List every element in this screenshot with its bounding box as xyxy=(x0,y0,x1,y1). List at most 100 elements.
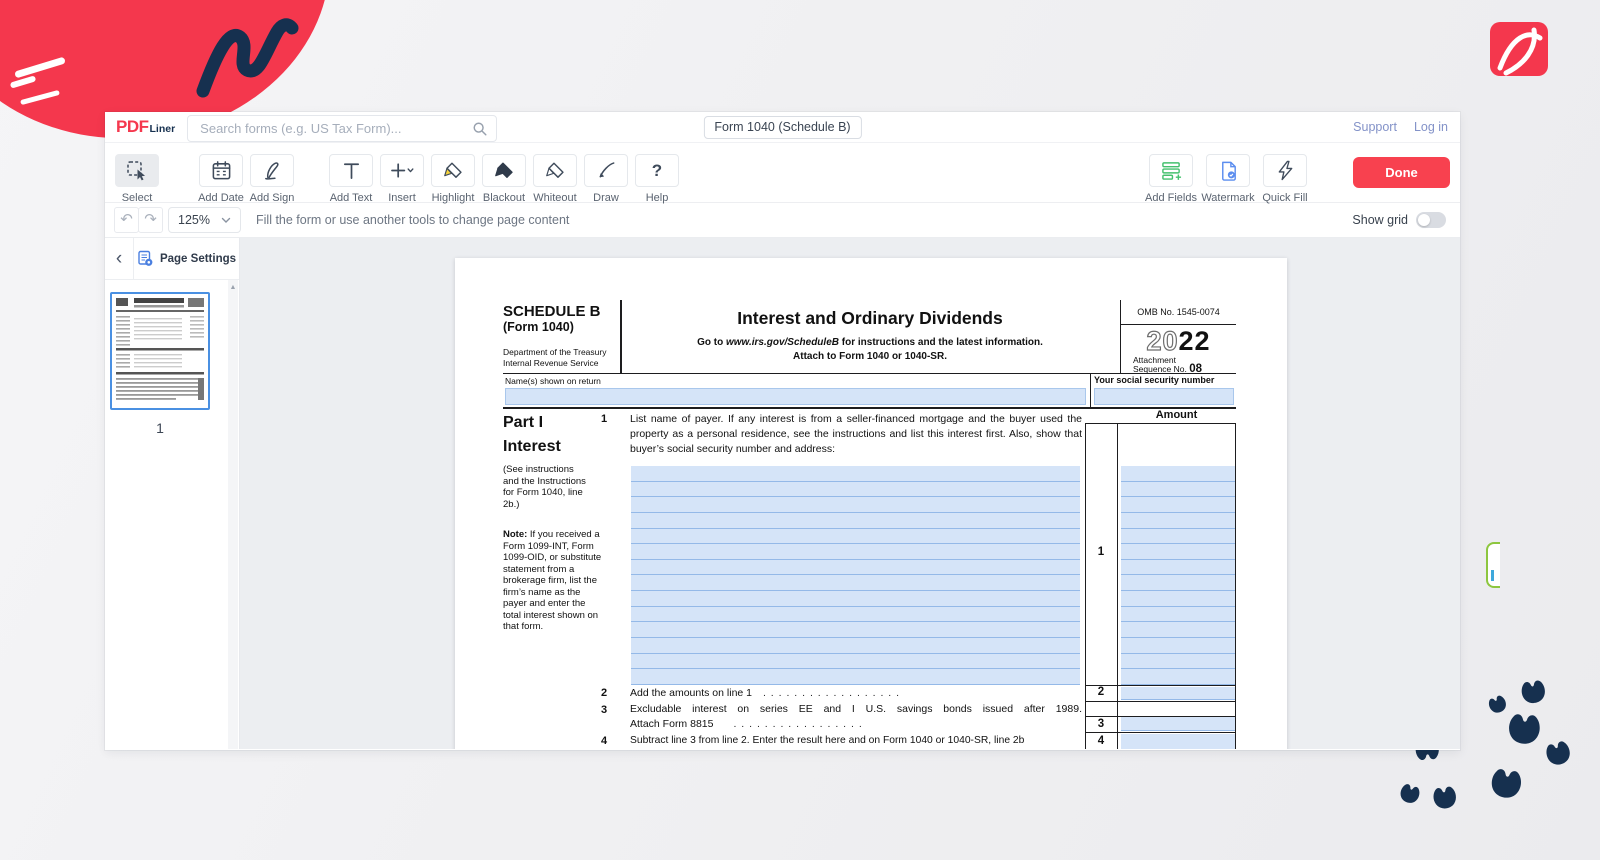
sidebar-collapse-button[interactable]: ‹ xyxy=(105,238,133,279)
amount-input-row[interactable] xyxy=(1121,638,1235,654)
amount-input-row[interactable] xyxy=(1121,591,1235,607)
page-settings-label: Page Settings xyxy=(160,253,236,265)
ssn-label: Your social security number xyxy=(1094,375,1214,385)
draw-button[interactable]: Draw xyxy=(583,154,629,204)
amount-input-row[interactable] xyxy=(1121,482,1235,498)
amount-input-row[interactable] xyxy=(1121,497,1235,513)
amount-rows xyxy=(1121,466,1235,685)
sidebar-scrollbar[interactable]: ▲ xyxy=(228,280,238,749)
payer-input-row[interactable] xyxy=(631,669,1080,685)
add-date-button[interactable]: Add Date xyxy=(198,154,244,204)
line2-amount-field[interactable] xyxy=(1121,687,1235,700)
pdfliner-app-icon xyxy=(1490,22,1548,76)
support-link[interactable]: Support xyxy=(1353,120,1397,134)
form-1040-label: (Form 1040) xyxy=(503,320,574,334)
amount-input-row[interactable] xyxy=(1121,575,1235,591)
payer-input-row[interactable] xyxy=(631,529,1080,545)
amount-input-row[interactable] xyxy=(1121,669,1235,685)
interest-heading: Interest xyxy=(503,438,561,456)
current-form-title: Form 1040 (Schedule B) xyxy=(703,116,861,139)
logo-liner-text: Liner xyxy=(150,123,176,135)
payer-input-row[interactable] xyxy=(631,591,1080,607)
amount-input-row[interactable] xyxy=(1121,560,1235,576)
payer-input-row[interactable] xyxy=(631,638,1080,654)
line3-text-1: Excludable interest on series EE and I U… xyxy=(630,703,1082,715)
watermark-button[interactable]: Watermark xyxy=(1205,154,1251,204)
form-1099-note: Note: If you received a Form 1099-INT, F… xyxy=(503,529,605,633)
form-main-title: Interest and Ordinary Dividends xyxy=(621,308,1119,329)
signature-pen-icon xyxy=(262,160,283,181)
line2-box-number: 2 xyxy=(1085,686,1117,698)
payer-input-row[interactable] xyxy=(631,466,1080,482)
line3-number: 3 xyxy=(601,704,607,716)
tool-label: Blackout xyxy=(483,192,525,204)
redo-button[interactable]: ↷ xyxy=(138,207,163,233)
calendar-icon xyxy=(211,160,232,181)
payer-input-row[interactable] xyxy=(631,513,1080,529)
select-cursor-icon xyxy=(126,160,148,182)
line3-text-2: Attach Form 8815. . . . . . . . . . . . … xyxy=(630,718,1082,730)
page-settings-tab[interactable]: Page Settings xyxy=(133,238,239,279)
zoom-select[interactable]: 125% xyxy=(168,207,241,233)
page-thumbnail-1[interactable] xyxy=(110,292,210,410)
amount-input-row[interactable] xyxy=(1121,529,1235,545)
omb-number: OMB No. 1545-0074 xyxy=(1121,307,1236,317)
undo-button[interactable]: ↶ xyxy=(114,207,139,233)
insert-button[interactable]: Insert xyxy=(379,154,425,204)
tool-label: Watermark xyxy=(1201,192,1254,204)
pdf-page: SCHEDULE B (Form 1040) Department of the… xyxy=(455,258,1287,749)
highlight-button[interactable]: Highlight xyxy=(430,154,476,204)
tool-label: Add Sign xyxy=(250,192,295,204)
done-button[interactable]: Done xyxy=(1353,157,1450,188)
payer-input-row[interactable] xyxy=(631,575,1080,591)
amount-input-row[interactable] xyxy=(1121,544,1235,560)
line3-box-number: 3 xyxy=(1085,718,1117,730)
line3-amount-field[interactable] xyxy=(1121,717,1235,731)
select-tool-button[interactable]: Select xyxy=(114,154,160,204)
draw-pen-icon xyxy=(596,160,617,181)
add-text-button[interactable]: Add Text xyxy=(328,154,374,204)
amount-input-row[interactable] xyxy=(1121,466,1235,482)
login-link[interactable]: Log in xyxy=(1414,120,1448,134)
payer-input-row[interactable] xyxy=(631,607,1080,623)
payer-input-row[interactable] xyxy=(631,482,1080,498)
text-icon xyxy=(341,160,362,181)
amount-input-row[interactable] xyxy=(1121,654,1235,670)
line4-text: Subtract line 3 from line 2. Enter the r… xyxy=(630,735,1085,746)
payer-input-row[interactable] xyxy=(631,544,1080,560)
add-fields-button[interactable]: Add Fields xyxy=(1148,154,1194,204)
page-thumbnail-preview xyxy=(112,294,208,408)
editor-hint-text: Fill the form or use another tools to ch… xyxy=(256,213,569,227)
payer-input-row[interactable] xyxy=(631,497,1080,513)
blackout-button[interactable]: Blackout xyxy=(481,154,527,204)
amount-input-row[interactable] xyxy=(1121,607,1235,623)
desktop-background: { "header": { "logo_pdf": "PDF", "logo_l… xyxy=(0,0,1600,860)
line4-number: 4 xyxy=(601,735,607,747)
line1-instructions: List name of payer. If any interest is f… xyxy=(630,412,1082,456)
quick-fill-button[interactable]: Quick Fill xyxy=(1262,154,1308,204)
pdfliner-logo[interactable]: PDF Liner xyxy=(105,117,187,137)
ssn-input-field[interactable] xyxy=(1094,388,1234,405)
blackout-marker-icon xyxy=(494,160,515,181)
search-icon[interactable] xyxy=(471,120,488,137)
tool-label: Select xyxy=(122,192,153,204)
line4-amount-field[interactable] xyxy=(1121,734,1235,749)
payer-input-row[interactable] xyxy=(631,622,1080,638)
amount-input-row[interactable] xyxy=(1121,513,1235,529)
tool-label: Highlight xyxy=(432,192,475,204)
scroll-up-arrow[interactable]: ▲ xyxy=(228,280,238,291)
search-input[interactable] xyxy=(187,115,497,142)
side-widget-handle[interactable] xyxy=(1486,542,1500,588)
help-button[interactable]: ? Help xyxy=(634,154,680,204)
tool-label: Help xyxy=(646,192,669,204)
payer-input-row[interactable] xyxy=(631,654,1080,670)
payer-input-row[interactable] xyxy=(631,560,1080,576)
whiteout-button[interactable]: Whiteout xyxy=(532,154,578,204)
name-input-field[interactable] xyxy=(505,388,1086,405)
show-grid-toggle[interactable] xyxy=(1416,212,1446,228)
form-attach-line: Attach to Form 1040 or 1040-SR. xyxy=(621,351,1119,362)
add-sign-button[interactable]: Add Sign xyxy=(249,154,295,204)
amount-input-row[interactable] xyxy=(1121,622,1235,638)
tool-label: Insert xyxy=(388,192,416,204)
show-grid-label: Show grid xyxy=(1352,213,1408,227)
